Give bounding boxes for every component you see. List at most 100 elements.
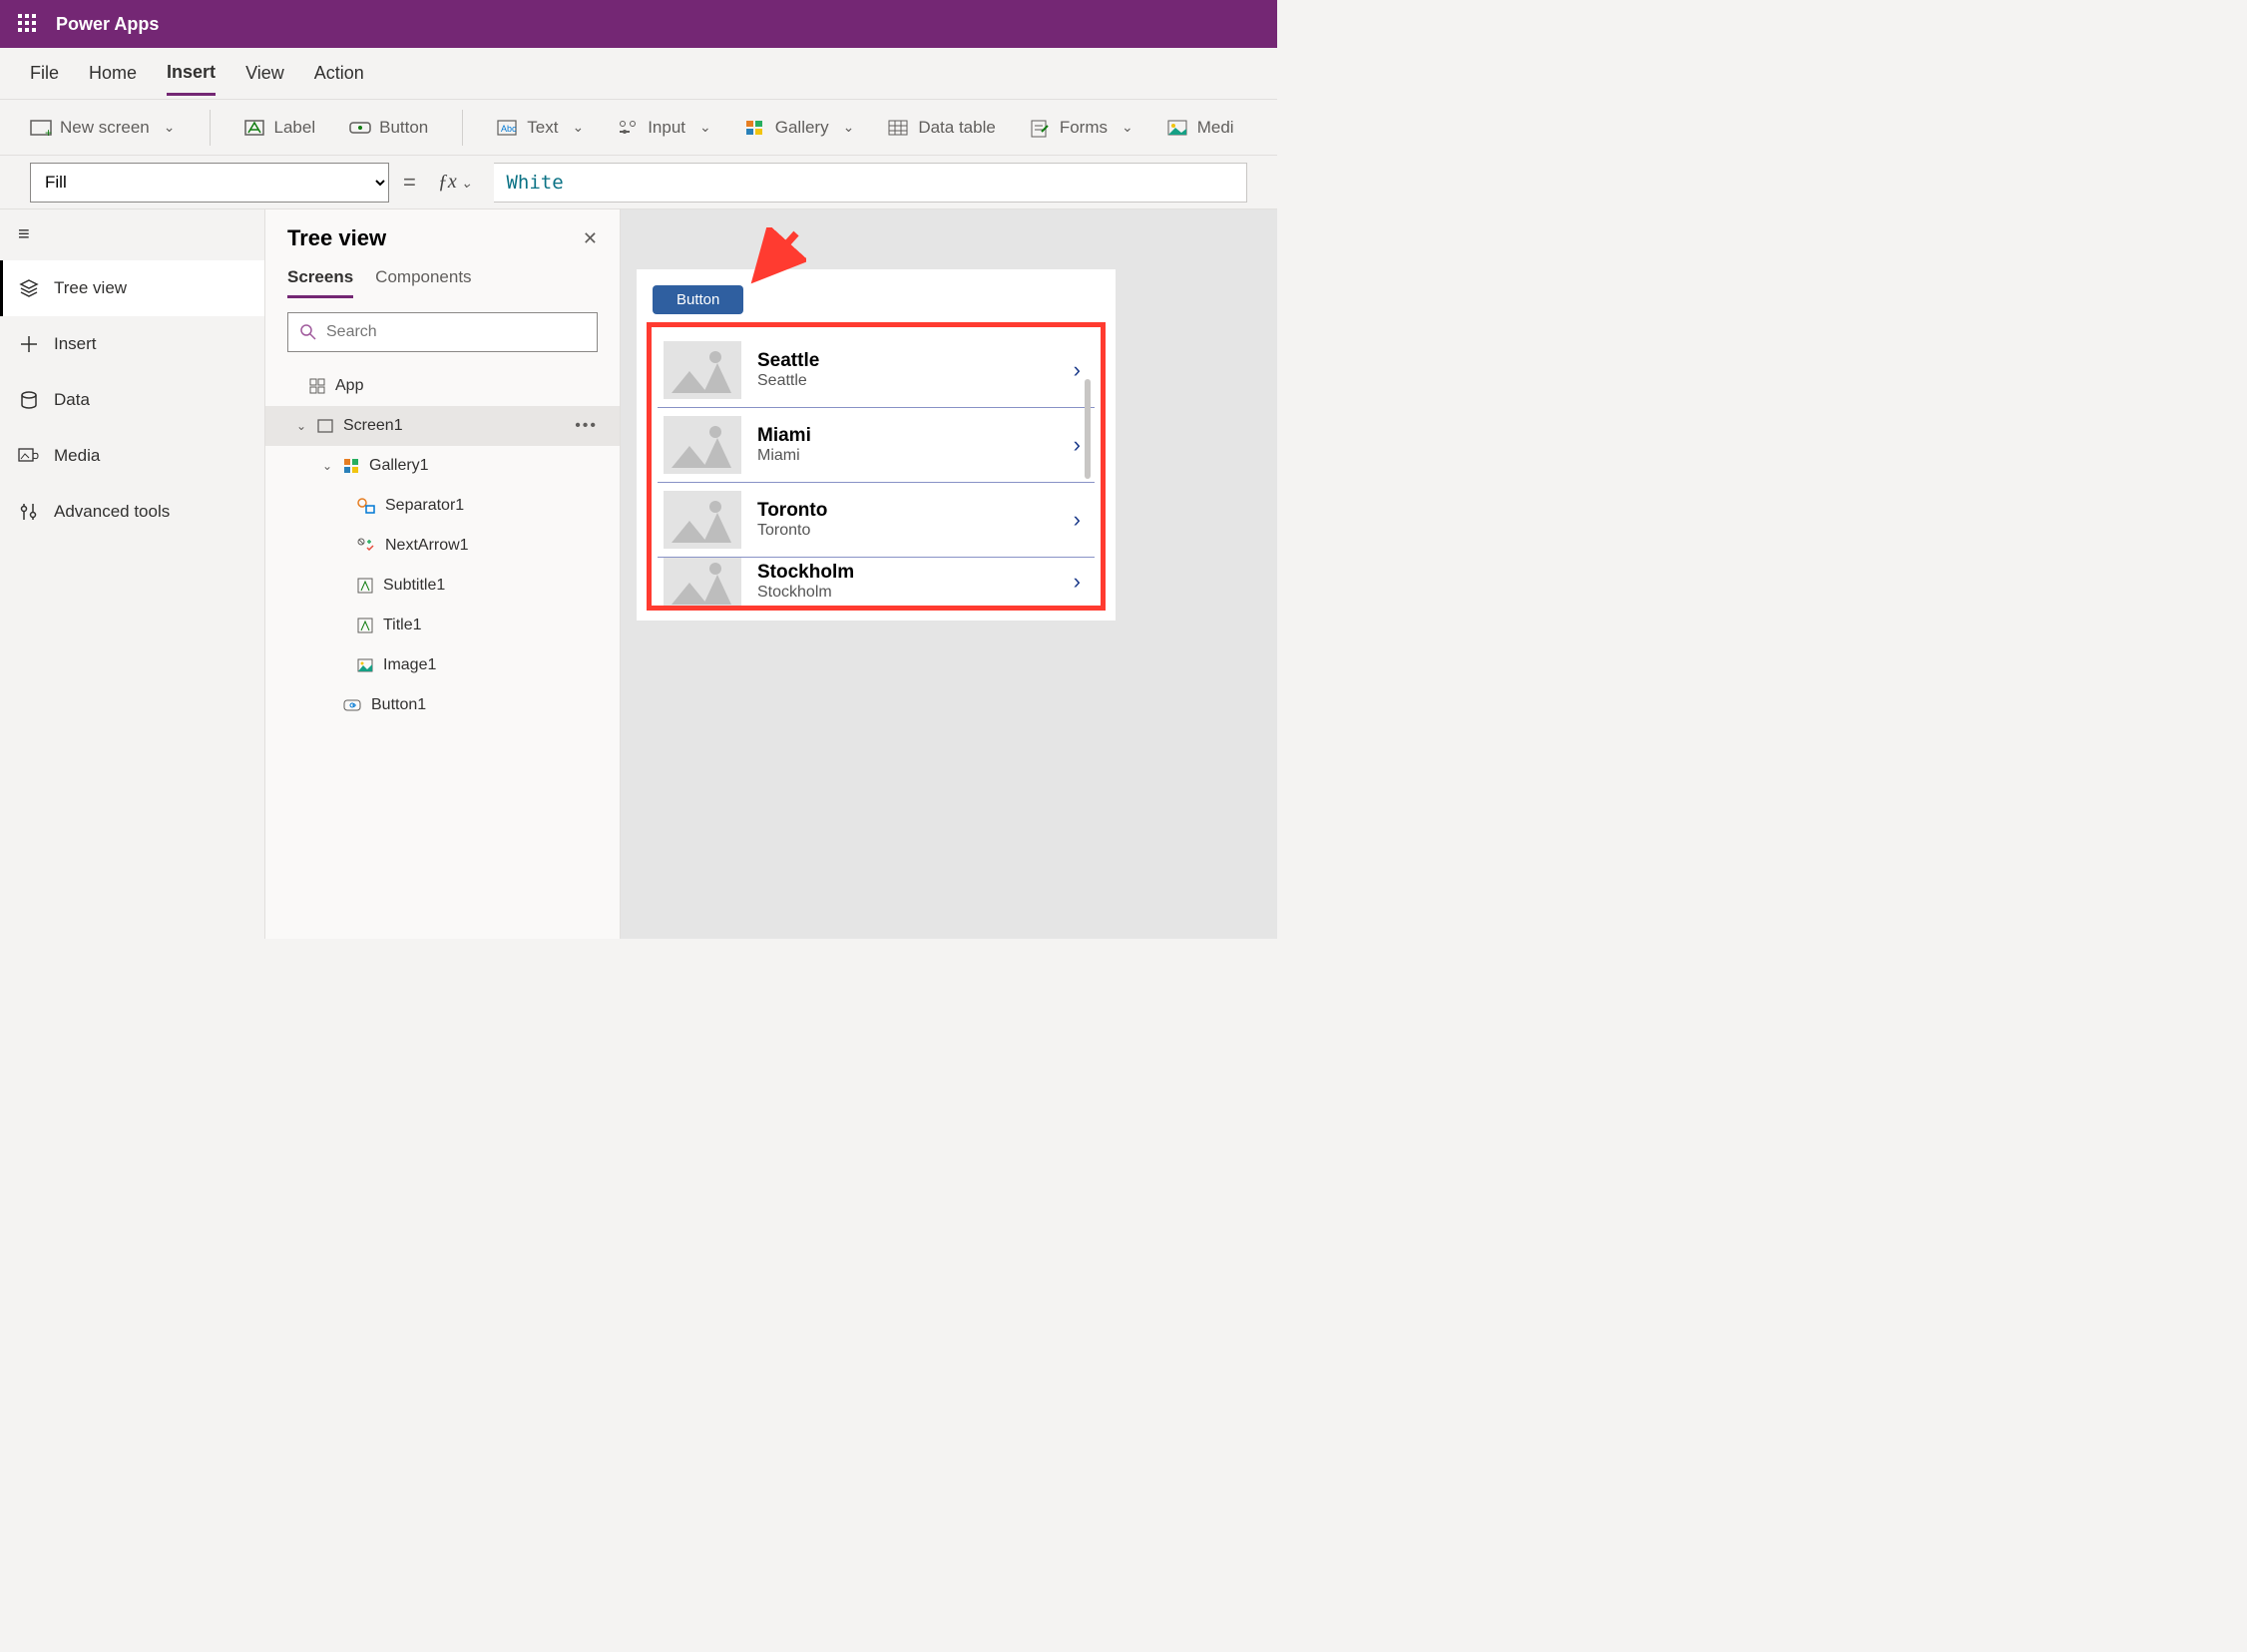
button-icon	[349, 120, 369, 136]
search-icon	[300, 324, 316, 340]
media-rail-icon	[18, 445, 40, 467]
tools-icon	[18, 501, 40, 523]
button-node-icon	[343, 698, 361, 712]
tree-node-screen1[interactable]: ⌄ Screen1 •••	[265, 406, 620, 446]
ribbon-gallery[interactable]: Gallery	[745, 118, 855, 138]
chevron-down-icon[interactable]: ⌄	[295, 419, 307, 433]
chevron-right-icon[interactable]: ›	[1074, 569, 1081, 595]
rail-item-label: Data	[54, 390, 90, 410]
svg-text:+: +	[45, 126, 52, 136]
tree-node-nextarrow1[interactable]: NextArrow1	[265, 526, 620, 566]
gallery-item-title: Toronto	[757, 500, 827, 522]
ribbon-button-text: Button	[379, 118, 428, 138]
equals-sign: =	[403, 170, 416, 196]
ribbon-text[interactable]: Abc Text	[497, 118, 584, 138]
ribbon-label[interactable]: Label	[244, 118, 316, 138]
ribbon-label-text: Label	[274, 118, 316, 138]
tree-node-label: Screen1	[343, 417, 403, 435]
gallery-item-subtitle: Miami	[757, 447, 811, 465]
gallery-item[interactable]: TorontoToronto ›	[658, 483, 1095, 558]
menu-action[interactable]: Action	[314, 53, 364, 94]
menu-file[interactable]: File	[30, 53, 59, 94]
ribbon-input[interactable]: Input	[618, 118, 711, 138]
menu-view[interactable]: View	[245, 53, 284, 94]
annotation-arrow-icon	[746, 227, 806, 287]
gallery-item[interactable]: StockholmStockholm ›	[658, 558, 1095, 606]
ribbon-new-screen-label: New screen	[60, 118, 150, 138]
fx-button[interactable]: ƒx	[430, 171, 481, 194]
canvas-gallery-control[interactable]: SeattleSeattle › MiamiMiami › TorontoTor…	[647, 322, 1106, 611]
image-placeholder-icon	[664, 416, 741, 474]
menu-bar: File Home Insert View Action	[0, 48, 1277, 100]
menu-insert[interactable]: Insert	[167, 52, 216, 96]
app-screen[interactable]: Button SeattleSeattle › MiamiMiami › Tor…	[637, 269, 1116, 620]
ribbon-datatable-label: Data table	[918, 118, 996, 138]
close-icon[interactable]: ✕	[583, 228, 598, 249]
property-selector[interactable]: Fill	[30, 163, 389, 203]
tree-node-gallery1[interactable]: ⌄ Gallery1	[265, 446, 620, 486]
more-icon[interactable]: •••	[575, 417, 598, 435]
tree-node-title1[interactable]: Title1	[265, 606, 620, 645]
tree-view-panel: Tree view ✕ Screens Components App ⌄ Scr…	[265, 209, 621, 939]
rail-advanced-tools[interactable]: Advanced tools	[0, 484, 264, 540]
formula-input[interactable]	[494, 163, 1247, 203]
rail-item-label: Media	[54, 446, 100, 466]
rail-media[interactable]: Media	[0, 428, 264, 484]
tree-node-subtitle1[interactable]: Subtitle1	[265, 566, 620, 606]
image-icon	[357, 658, 373, 672]
gallery-item[interactable]: SeattleSeattle ›	[658, 333, 1095, 408]
label-icon	[244, 120, 264, 136]
gallery-item-subtitle: Stockholm	[757, 584, 854, 602]
ribbon-gallery-label: Gallery	[775, 118, 829, 138]
chevron-right-icon[interactable]: ›	[1074, 507, 1081, 533]
ribbon-forms-label: Forms	[1060, 118, 1108, 138]
svg-text:Abc: Abc	[501, 124, 517, 134]
hamburger-icon[interactable]: ≡	[0, 209, 264, 260]
tree-node-app[interactable]: App	[265, 366, 620, 406]
tree-node-button1[interactable]: Button1	[265, 685, 620, 725]
title-icon	[357, 618, 373, 633]
tree-node-image1[interactable]: Image1	[265, 645, 620, 685]
chevron-down-icon[interactable]: ⌄	[321, 459, 333, 473]
canvas-button-control[interactable]: Button	[653, 285, 743, 314]
scrollbar[interactable]	[1085, 379, 1091, 479]
ribbon-forms[interactable]: Forms	[1030, 118, 1133, 138]
gallery-item-subtitle: Toronto	[757, 522, 827, 540]
ribbon-separator	[462, 110, 463, 146]
chevron-right-icon[interactable]: ›	[1074, 357, 1081, 383]
tree-tab-components[interactable]: Components	[375, 259, 471, 298]
ribbon-new-screen[interactable]: + New screen	[30, 118, 176, 138]
tree-node-label: Subtitle1	[383, 577, 445, 595]
rail-data[interactable]: Data	[0, 372, 264, 428]
app-title: Power Apps	[56, 14, 159, 35]
image-placeholder-icon	[664, 491, 741, 549]
tree-tab-screens[interactable]: Screens	[287, 259, 353, 298]
ribbon-media-label: Medi	[1197, 118, 1234, 138]
rail-tree-view[interactable]: Tree view	[0, 260, 264, 316]
screen-icon	[317, 419, 333, 433]
ribbon-media[interactable]: Medi	[1167, 118, 1234, 138]
new-screen-icon: +	[30, 120, 50, 136]
image-placeholder-icon	[664, 341, 741, 399]
image-placeholder-icon	[664, 558, 741, 606]
waffle-icon[interactable]	[18, 14, 38, 34]
tree-node-separator1[interactable]: Separator1	[265, 486, 620, 526]
chevron-right-icon[interactable]: ›	[1074, 432, 1081, 458]
formula-bar: Fill = ƒx	[0, 156, 1277, 209]
design-canvas[interactable]: Button SeattleSeattle › MiamiMiami › Tor…	[621, 209, 1277, 939]
rail-item-label: Advanced tools	[54, 502, 170, 522]
menu-home[interactable]: Home	[89, 53, 137, 94]
ribbon-button[interactable]: Button	[349, 118, 428, 138]
forms-icon	[1030, 120, 1050, 136]
text-icon: Abc	[497, 120, 517, 136]
gallery-item[interactable]: MiamiMiami ›	[658, 408, 1095, 483]
rail-insert[interactable]: Insert	[0, 316, 264, 372]
tree-search-input[interactable]	[326, 323, 585, 341]
gallery-icon	[745, 120, 765, 136]
tree-search[interactable]	[287, 312, 598, 352]
ribbon-separator	[210, 110, 211, 146]
app-header: Power Apps	[0, 0, 1277, 48]
ribbon-datatable[interactable]: Data table	[888, 118, 996, 138]
rail-item-label: Insert	[54, 334, 97, 354]
tree-node-label: Button1	[371, 696, 426, 714]
